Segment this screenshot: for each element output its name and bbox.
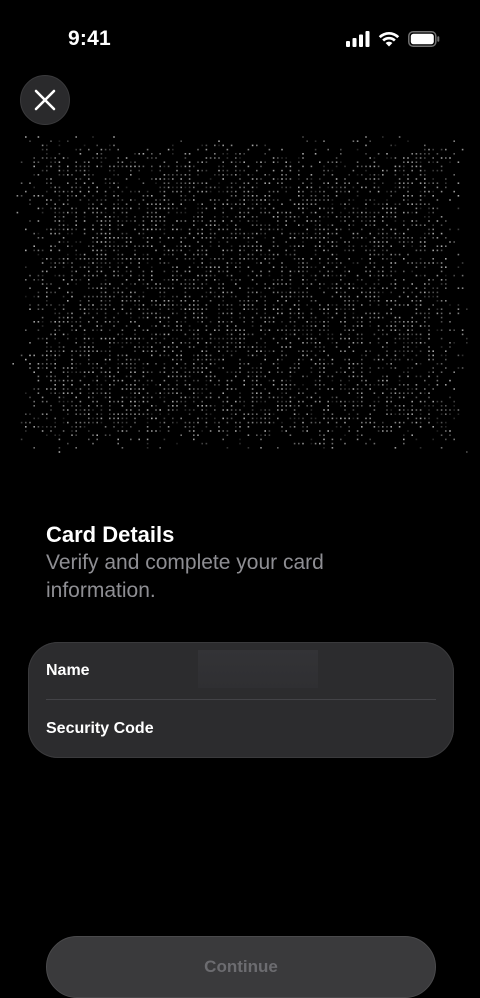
security-code-label: Security Code <box>46 719 154 737</box>
signal-icon <box>346 31 370 47</box>
battery-icon <box>408 31 440 47</box>
name-value-redacted <box>198 650 318 688</box>
name-field[interactable]: Name <box>46 642 436 700</box>
card-details-title: Card Details <box>46 522 175 547</box>
security-code-field[interactable]: Security Code <box>46 700 436 757</box>
close-button[interactable] <box>20 75 70 125</box>
dotted-card-placeholder <box>12 136 468 453</box>
continue-button[interactable]: Continue <box>46 936 436 998</box>
status-icons <box>346 29 440 49</box>
wifi-icon <box>378 32 400 47</box>
status-bar: 9:41 <box>0 0 480 78</box>
card-scan-visual <box>0 128 480 473</box>
status-time: 9:41 <box>68 27 111 50</box>
name-label: Name <box>46 661 90 679</box>
close-icon <box>34 89 56 111</box>
card-details-subtitle: Verify and complete your card informatio… <box>46 551 324 602</box>
card-details-form: Name Security Code <box>28 642 454 758</box>
